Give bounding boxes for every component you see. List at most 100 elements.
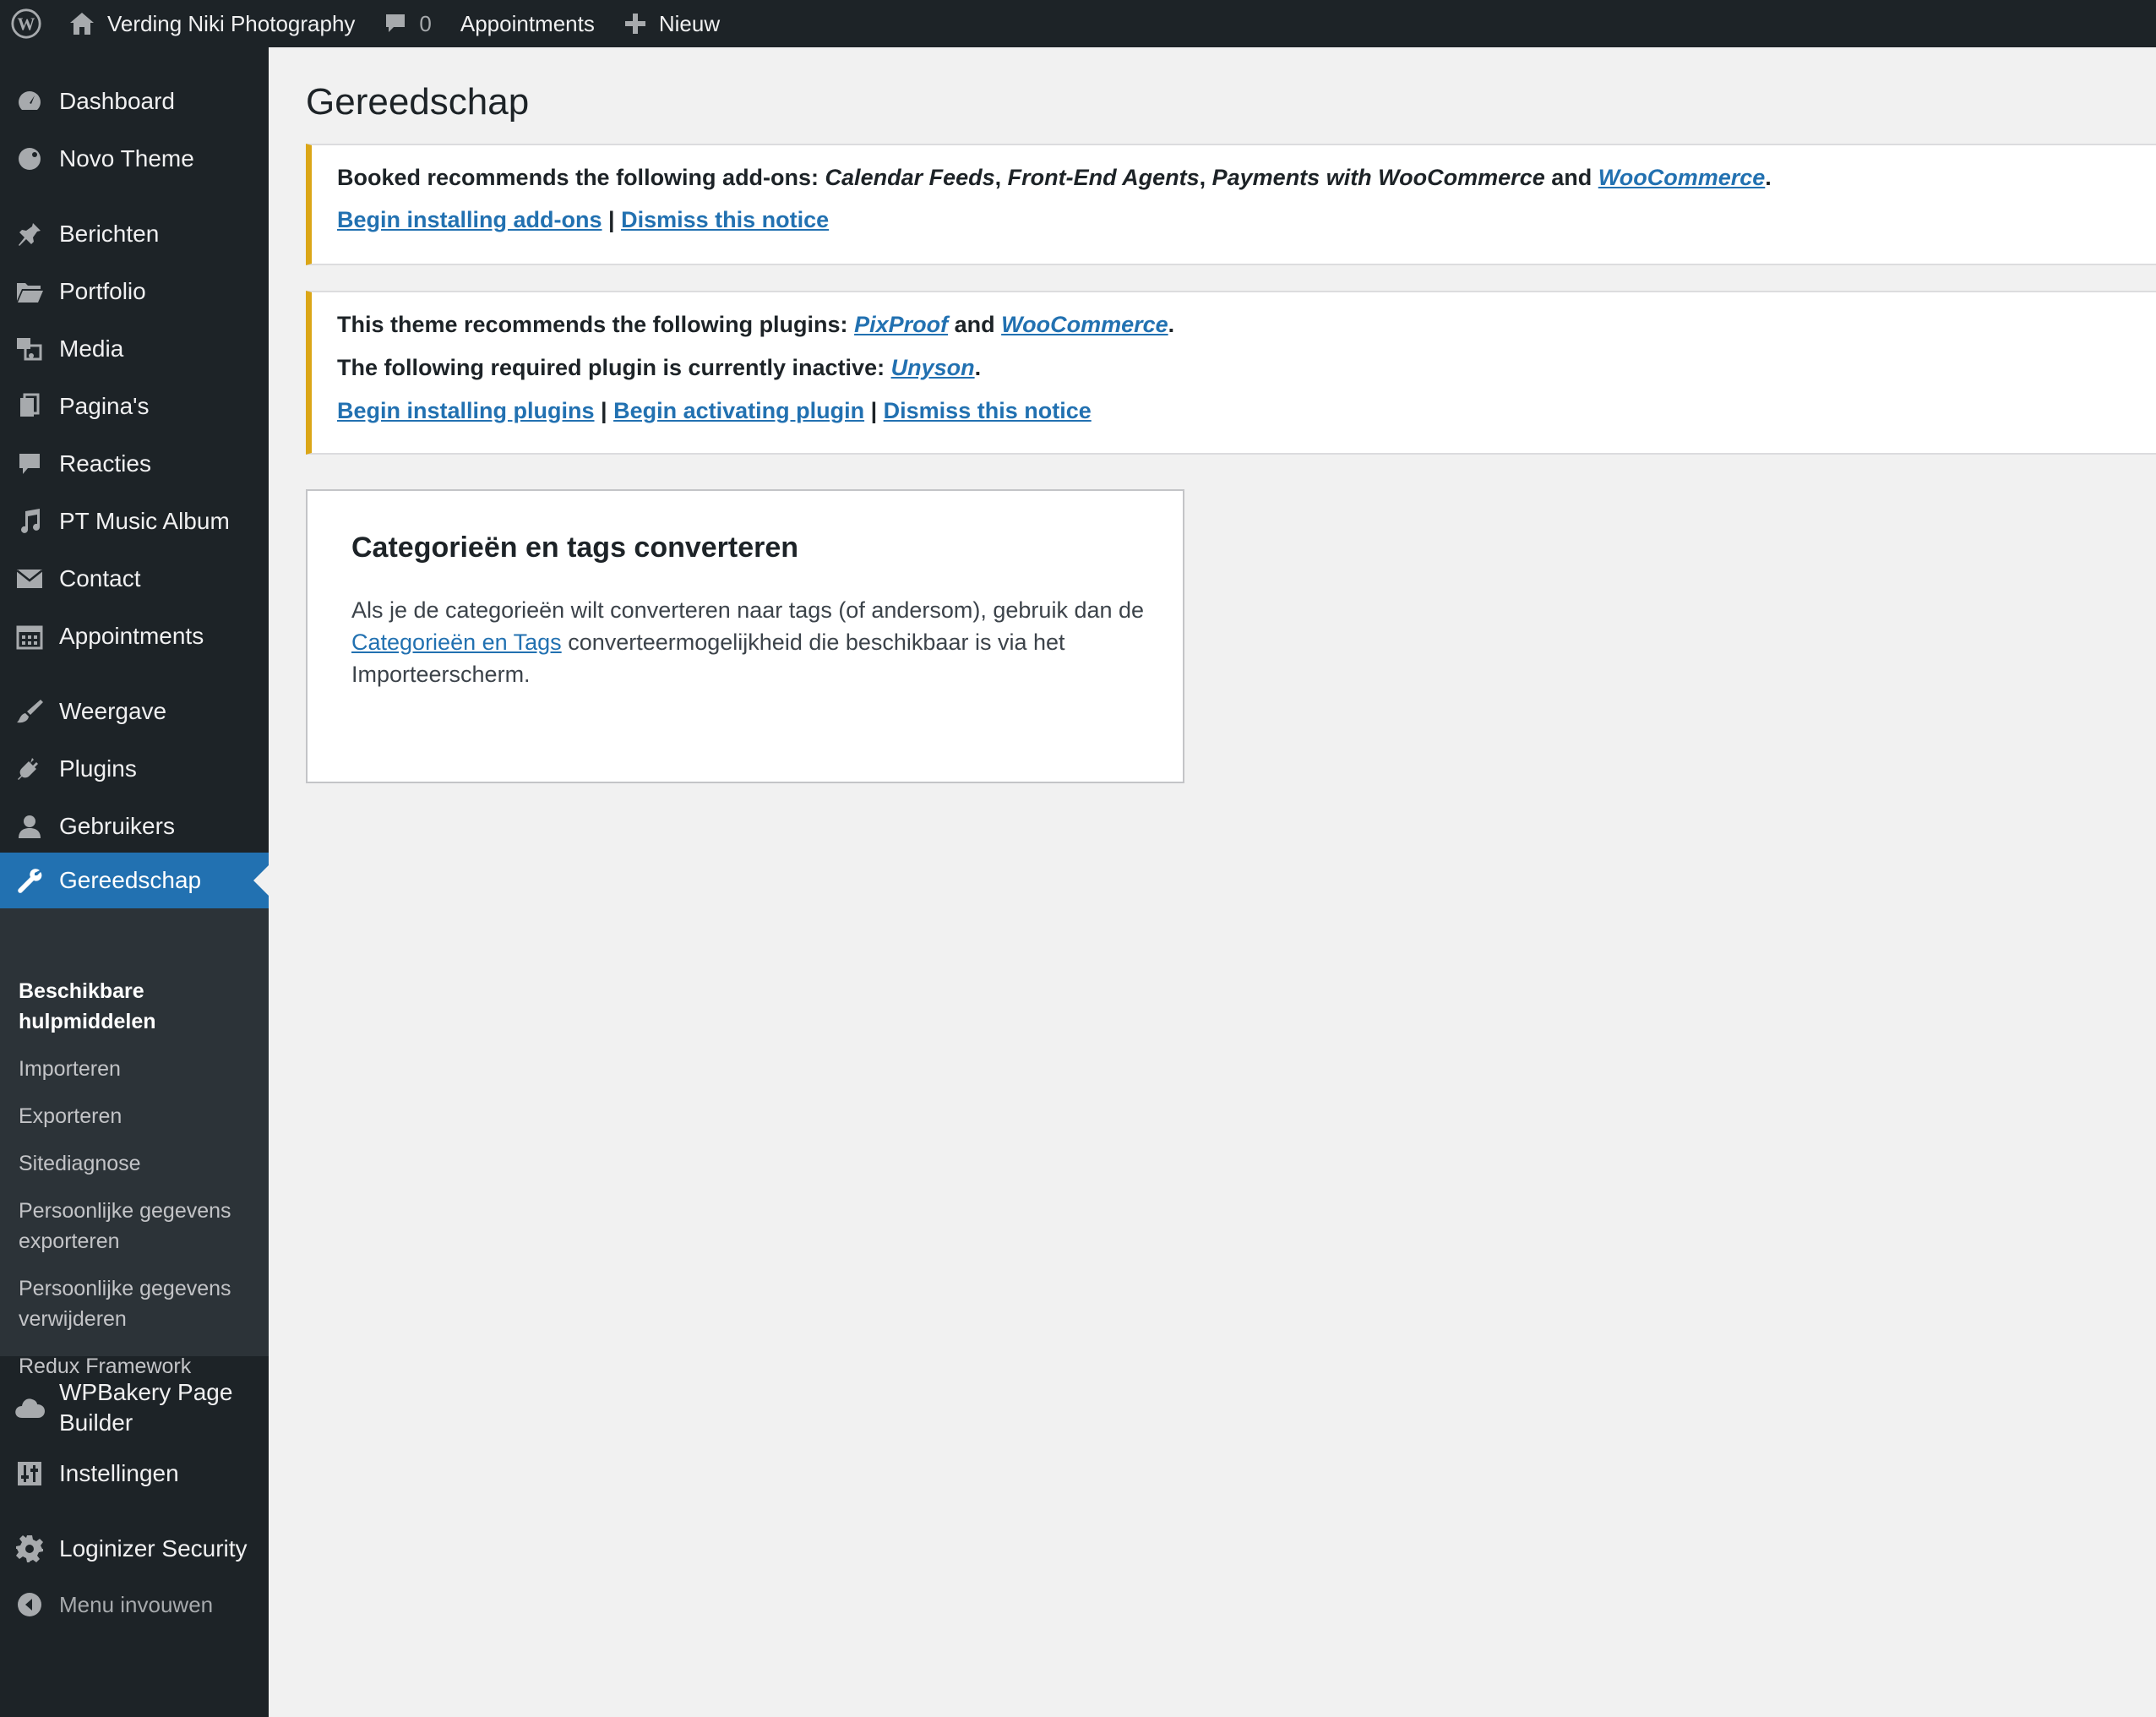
- sidebar-item-instellingen[interactable]: Instellingen: [0, 1452, 269, 1496]
- wrench-icon: [0, 867, 59, 894]
- sidebar-item-paginas[interactable]: Pagina's: [0, 384, 269, 428]
- submenu-label: hulpmiddelen: [19, 1010, 156, 1033]
- sidebar-item-reacties[interactable]: Reacties: [0, 442, 269, 486]
- addon-name: Payments with WooCommerce: [1211, 165, 1545, 190]
- sidebar-label: Builder: [59, 1409, 133, 1436]
- sidebar-item-weergave[interactable]: Weergave: [0, 690, 269, 733]
- sidebar-item-pt-music-album[interactable]: PT Music Album: [0, 499, 269, 543]
- svg-text:W: W: [18, 14, 35, 35]
- woocommerce-link[interactable]: WooCommerce: [1001, 312, 1168, 337]
- tools-submenu: Beschikbare hulpmiddelen Importeren Expo…: [0, 908, 269, 1378]
- settings-sliders-icon: [0, 1461, 59, 1486]
- notice-text: and: [948, 312, 1002, 337]
- site-name-link[interactable]: Verding Niki Photography: [54, 0, 369, 47]
- woocommerce-link[interactable]: WooCommerce: [1598, 165, 1766, 190]
- category-tag-converter-card: Categorieën en tags converteren Als je d…: [306, 489, 1184, 783]
- comments-count: 0: [419, 10, 432, 36]
- sidebar-label: WPBakery Page: [59, 1379, 233, 1405]
- notice-message: This theme recommends the following plug…: [337, 309, 1174, 340]
- dismiss-notice-link[interactable]: Dismiss this notice: [621, 207, 829, 232]
- begin-installing-plugins-link[interactable]: Begin installing plugins: [337, 398, 595, 423]
- sidebar-item-portfolio[interactable]: Portfolio: [0, 270, 269, 313]
- envelope-icon: [0, 568, 59, 590]
- booked-addons-notice: Booked recommends the following add-ons:…: [306, 144, 2156, 265]
- theme-plugins-notice: This theme recommends the following plug…: [306, 291, 2156, 455]
- categories-tags-converter-link[interactable]: Categorieën en Tags: [351, 630, 562, 655]
- submenu-label: Importeren: [19, 1057, 121, 1081]
- sidebar-label: Pagina's: [59, 393, 150, 419]
- sidebar-label: Contact: [59, 565, 141, 591]
- addon-name: Front-End Agents: [1007, 165, 1200, 190]
- gear-icon: [0, 1534, 59, 1563]
- appointments-label: Appointments: [460, 10, 595, 36]
- plug-icon: [0, 755, 59, 782]
- separator: |: [594, 398, 614, 423]
- appointments-link[interactable]: Appointments: [446, 0, 609, 47]
- submenu-label: exporteren: [19, 1229, 120, 1253]
- pixproof-link[interactable]: PixProof: [854, 312, 948, 337]
- new-label: Nieuw: [658, 10, 721, 36]
- sidebar-label: Plugins: [59, 755, 137, 782]
- sidebar-item-wpbakery[interactable]: WPBakery Page Builder: [0, 1370, 269, 1446]
- sidebar-label: Dashboard: [59, 88, 175, 114]
- cloud-icon: [0, 1396, 59, 1420]
- media-icon: [0, 335, 59, 362]
- sidebar-item-gebruikers[interactable]: Gebruikers: [0, 804, 269, 848]
- begin-installing-addons-link[interactable]: Begin installing add-ons: [337, 207, 602, 232]
- sidebar-label: PT Music Album: [59, 508, 230, 534]
- paintbrush-icon: [0, 698, 59, 725]
- palette-icon: [0, 145, 59, 172]
- card-text: Als je de categorieën wilt converteren n…: [351, 597, 1145, 623]
- notice-actions: Begin installing plugins | Begin activat…: [337, 395, 1092, 426]
- submenu-item-persoonlijke-gegevens-exporteren[interactable]: Persoonlijke gegevens exporteren: [19, 1196, 264, 1256]
- submenu-item-exporteren[interactable]: Exporteren: [19, 1101, 264, 1131]
- submenu-label: Persoonlijke gegevens: [19, 1199, 231, 1223]
- submenu-item-sitediagnose[interactable]: Sitediagnose: [19, 1148, 264, 1179]
- collapse-arrow-icon: [0, 1592, 59, 1617]
- sidebar-label: Novo Theme: [59, 145, 194, 172]
- notice-text: This theme recommends the following plug…: [337, 312, 855, 337]
- dismiss-notice-link[interactable]: Dismiss this notice: [884, 398, 1092, 423]
- sidebar-item-plugins[interactable]: Plugins: [0, 747, 269, 791]
- separator: |: [602, 207, 622, 232]
- sidebar-label: Reacties: [59, 450, 151, 477]
- sidebar-item-novo-theme[interactable]: Novo Theme: [0, 137, 269, 181]
- submenu-item-beschikbare-hulpmiddelen[interactable]: Beschikbare hulpmiddelen: [19, 976, 264, 1037]
- sidebar-label: Menu invouwen: [59, 1592, 214, 1617]
- sidebar-label: Portfolio: [59, 278, 146, 304]
- sidebar-label: Weergave: [59, 698, 167, 724]
- sidebar-item-gereedschap[interactable]: Gereedschap: [0, 853, 269, 908]
- begin-activating-plugin-link[interactable]: Begin activating plugin: [613, 398, 864, 423]
- calendar-icon: [0, 623, 59, 650]
- new-content-link[interactable]: Nieuw: [609, 0, 734, 47]
- pushpin-icon: [0, 221, 59, 248]
- sidebar-label: Appointments: [59, 623, 204, 649]
- notice-text: .: [1765, 165, 1772, 190]
- main-content: Gereedschap Booked recommends the follow…: [269, 47, 2156, 1717]
- wordpress-logo-button[interactable]: W: [0, 0, 54, 47]
- submenu-item-importeren[interactable]: Importeren: [19, 1054, 264, 1084]
- submenu-label: Persoonlijke gegevens: [19, 1277, 231, 1300]
- folder-icon: [0, 279, 59, 304]
- submenu-label: verwijderen: [19, 1307, 127, 1331]
- submenu-label: Sitediagnose: [19, 1152, 141, 1175]
- sidebar-item-berichten[interactable]: Berichten: [0, 212, 269, 256]
- notice-message: Booked recommends the following add-ons:…: [337, 162, 1772, 193]
- submenu-item-persoonlijke-gegevens-verwijderen[interactable]: Persoonlijke gegevens verwijderen: [19, 1273, 264, 1334]
- sidebar-item-media[interactable]: Media: [0, 327, 269, 371]
- user-icon: [0, 814, 59, 839]
- sidebar-label: Berichten: [59, 221, 160, 247]
- notice-text: .: [974, 355, 982, 380]
- sidebar-item-dashboard[interactable]: Dashboard: [0, 79, 269, 123]
- admin-bar: W Verding Niki Photography 0 Appointment…: [0, 0, 2156, 47]
- comments-link[interactable]: 0: [369, 0, 445, 47]
- submenu-label: Beschikbare: [19, 979, 144, 1003]
- sidebar-item-contact[interactable]: Contact: [0, 557, 269, 601]
- sidebar-item-appointments[interactable]: Appointments: [0, 614, 269, 658]
- comment-bubble-icon: [384, 12, 407, 35]
- collapse-menu-button[interactable]: Menu invouwen: [0, 1583, 269, 1626]
- separator: |: [864, 398, 884, 423]
- sidebar-item-loginizer-security[interactable]: Loginizer Security: [0, 1527, 269, 1571]
- unyson-link[interactable]: Unyson: [891, 355, 975, 380]
- notice-actions: Begin installing add-ons | Dismiss this …: [337, 204, 829, 235]
